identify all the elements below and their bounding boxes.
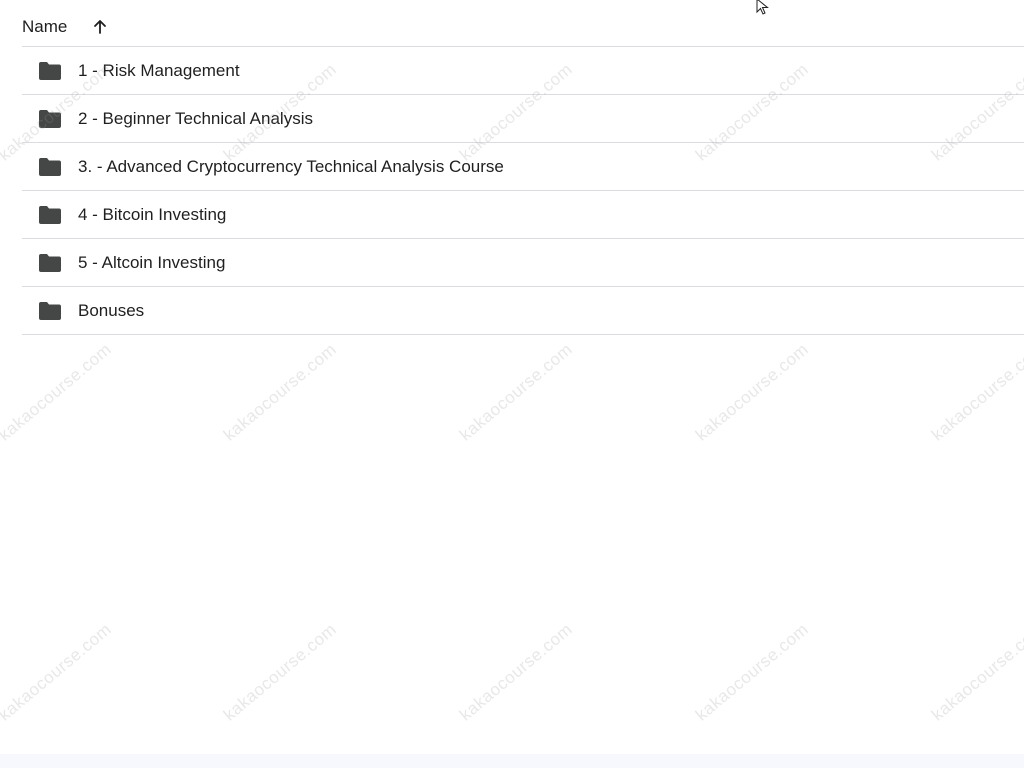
folder-row-3[interactable]: 3. - Advanced Cryptocurrency Technical A… (22, 143, 1024, 191)
name-column-header[interactable]: Name (22, 17, 67, 37)
folder-row-2[interactable]: 2 - Beginner Technical Analysis (22, 95, 1024, 143)
watermark-text: kakaocourse.com (0, 339, 116, 445)
arrow-upward-icon[interactable] (92, 19, 108, 35)
folder-name: 4 - Bitcoin Investing (78, 204, 227, 224)
folder-icon (39, 253, 61, 272)
folder-name: 5 - Altcoin Investing (78, 252, 226, 272)
watermark-text: kakaocourse.com (928, 619, 1024, 725)
folder-name: 3. - Advanced Cryptocurrency Technical A… (78, 156, 504, 176)
folder-name: 1 - Risk Management (78, 60, 240, 80)
file-list: Name 1 - Risk Management 2 - Beginner Te… (22, 0, 1024, 335)
folder-icon (39, 157, 61, 176)
watermark-text: kakaocourse.com (0, 619, 116, 725)
watermark-text: kakaocourse.com (456, 339, 577, 445)
bottom-strip (0, 754, 1024, 768)
folder-row-5[interactable]: 5 - Altcoin Investing (22, 239, 1024, 287)
folder-icon (39, 205, 61, 224)
file-browser-page: Name 1 - Risk Management 2 - Beginner Te… (0, 0, 1024, 768)
mouse-pointer-icon (756, 0, 770, 16)
watermark-text: kakaocourse.com (220, 339, 341, 445)
folder-row-6[interactable]: Bonuses (22, 287, 1024, 335)
folder-icon (39, 61, 61, 80)
watermark-text: kakaocourse.com (692, 339, 813, 445)
list-header: Name (22, 0, 1024, 47)
folder-row-4[interactable]: 4 - Bitcoin Investing (22, 191, 1024, 239)
watermark-text: kakaocourse.com (220, 619, 341, 725)
folder-icon (39, 301, 61, 320)
folder-name: 2 - Beginner Technical Analysis (78, 108, 313, 128)
folder-name: Bonuses (78, 300, 145, 320)
watermark-text: kakaocourse.com (692, 619, 813, 725)
folder-row-1[interactable]: 1 - Risk Management (22, 47, 1024, 95)
watermark-text: kakaocourse.com (928, 339, 1024, 445)
folder-icon (39, 109, 61, 128)
watermark-text: kakaocourse.com (456, 619, 577, 725)
